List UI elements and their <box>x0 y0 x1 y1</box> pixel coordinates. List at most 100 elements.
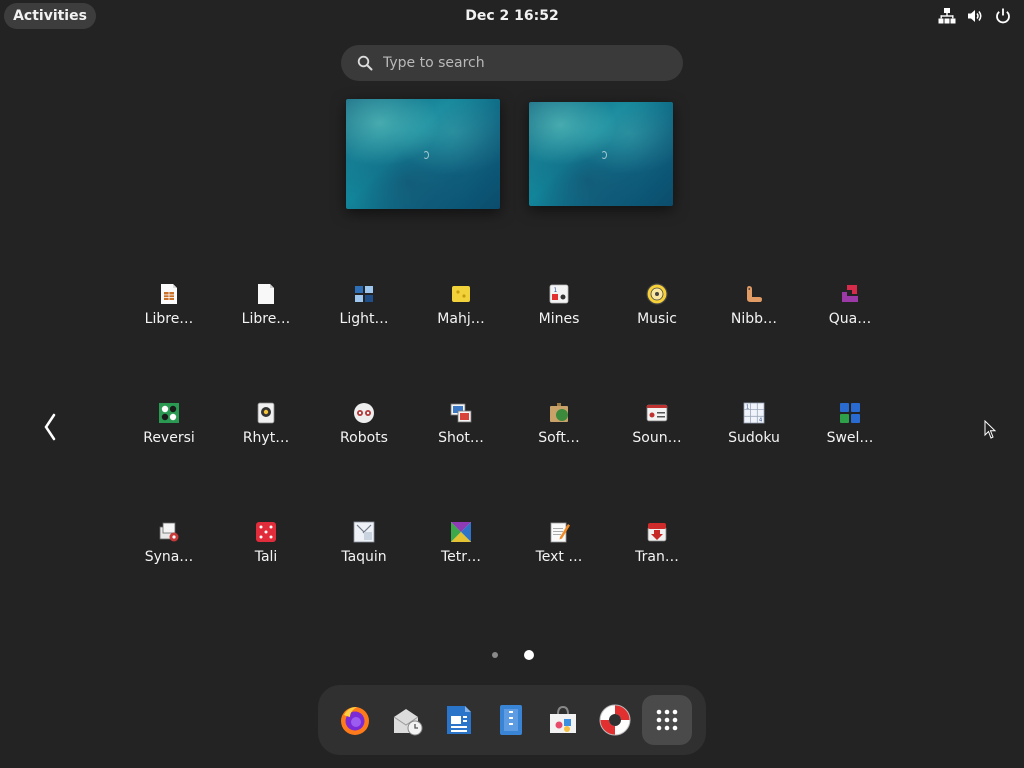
app-label: Sudoku <box>728 430 780 446</box>
search-icon <box>357 55 373 71</box>
top-bar: Activities Dec 2 16:52 <box>0 0 1024 32</box>
app-item[interactable]: 1 Mines <box>512 279 606 357</box>
app-label: Tran… <box>635 549 679 565</box>
svg-text:4: 4 <box>759 418 762 424</box>
help-icon <box>599 704 631 736</box>
app-item[interactable]: Swel… <box>803 398 897 476</box>
dash-text-editor[interactable] <box>486 695 536 745</box>
software-icon <box>550 403 568 422</box>
nibbles-icon <box>747 286 762 302</box>
app-label: Music <box>637 311 677 327</box>
dash-help[interactable] <box>590 695 640 745</box>
debian-swirl-icon <box>601 150 607 159</box>
music-icon <box>646 283 668 305</box>
taquin-icon <box>353 521 375 543</box>
network-icon[interactable] <box>938 7 956 25</box>
debian-swirl-icon <box>423 150 429 159</box>
workspace-thumbnail-2[interactable] <box>529 102 673 206</box>
app-item[interactable]: Taquin <box>317 517 411 595</box>
lightsoff-icon <box>355 286 373 302</box>
app-label: Text … <box>535 549 583 565</box>
evolution-mail-icon <box>393 709 423 736</box>
libreoffice-writer-icon <box>447 706 471 734</box>
reversi-icon <box>159 403 179 423</box>
quadrapassel-icon <box>842 285 858 302</box>
dash-software[interactable] <box>538 695 588 745</box>
system-tray[interactable] <box>938 7 1012 25</box>
app-label: Reversi <box>143 430 195 446</box>
app-item[interactable]: Tetr… <box>414 517 508 595</box>
dash-writer[interactable] <box>434 695 484 745</box>
svg-text:1: 1 <box>746 405 749 411</box>
transmission-icon <box>647 523 667 542</box>
app-item[interactable]: Light… <box>317 279 411 357</box>
app-label: Libre… <box>241 311 291 327</box>
software-center-icon <box>550 705 576 733</box>
synaptic-icon <box>159 522 179 542</box>
mouse-cursor-icon <box>984 420 997 439</box>
firefox-icon <box>341 707 369 735</box>
volume-icon[interactable] <box>966 7 984 25</box>
app-label: Rhyt… <box>242 430 290 446</box>
app-item[interactable]: Syna… <box>122 517 216 595</box>
app-item[interactable]: Qua… <box>803 279 897 357</box>
clock-button[interactable]: Dec 2 16:52 <box>465 8 558 24</box>
sudoku-icon: 14 <box>743 402 765 424</box>
app-label: Tetr… <box>440 549 482 565</box>
app-label: Qua… <box>828 311 872 327</box>
app-item[interactable]: Reversi <box>122 398 216 476</box>
workspace-thumbnail-1[interactable] <box>346 99 500 209</box>
app-label: Nibb… <box>730 311 778 327</box>
app-label: Mahj… <box>437 311 485 327</box>
app-label: Robots <box>340 430 388 446</box>
sound-recorder-icon <box>646 404 668 422</box>
app-item[interactable]: Tran… <box>610 517 704 595</box>
page-dot-2[interactable] <box>524 650 534 660</box>
swell-foop-icon <box>840 403 860 423</box>
libreoffice-document-icon <box>258 284 274 304</box>
show-apps-icon <box>656 709 678 731</box>
shotwell-icon <box>450 403 472 423</box>
app-item[interactable]: Tali <box>219 517 313 595</box>
clock-area: Dec 2 16:52 <box>0 0 1024 32</box>
app-item[interactable]: Text … <box>512 517 606 595</box>
activities-button[interactable]: Activities <box>4 3 96 29</box>
app-label: Light… <box>339 311 389 327</box>
app-label: Soun… <box>632 430 682 446</box>
text-editor-icon <box>500 705 522 735</box>
app-item[interactable]: 1 4 Sudoku <box>707 398 801 476</box>
power-icon[interactable] <box>994 7 1012 25</box>
dash-firefox[interactable] <box>330 695 380 745</box>
dash-evolution[interactable] <box>382 695 432 745</box>
app-item[interactable]: Rhyt… <box>219 398 313 476</box>
app-label: Shot… <box>438 430 484 446</box>
app-label: Taquin <box>341 549 387 565</box>
svg-text:1: 1 <box>554 287 558 294</box>
app-label: Mines <box>538 311 580 327</box>
rhythmbox-icon <box>257 402 275 424</box>
app-label: Swel… <box>826 430 874 446</box>
app-item[interactable]: Nibb… <box>707 279 801 357</box>
app-item[interactable]: Soft… <box>512 398 606 476</box>
app-label: Tali <box>254 549 278 565</box>
libreoffice-calc-icon <box>161 284 177 304</box>
app-item[interactable]: Shot… <box>414 398 508 476</box>
app-item[interactable]: Soun… <box>610 398 704 476</box>
search-input[interactable] <box>383 45 663 81</box>
page-indicator <box>488 648 538 662</box>
page-dot-1[interactable] <box>492 652 498 658</box>
app-item[interactable]: Libre… <box>219 279 313 357</box>
mahjongg-icon <box>452 286 470 302</box>
text-editor-icon <box>550 522 570 543</box>
app-item[interactable]: Music <box>610 279 704 357</box>
mines-icon: 1 <box>549 284 569 304</box>
app-item[interactable]: Libre… <box>122 279 216 357</box>
search-bar[interactable] <box>341 45 683 81</box>
show-apps-button[interactable] <box>642 695 692 745</box>
app-item[interactable]: Robots <box>317 398 411 476</box>
previous-page-arrow-icon[interactable] <box>38 410 62 444</box>
app-label: Libre… <box>144 311 194 327</box>
app-item[interactable]: Mahj… <box>414 279 508 357</box>
robots-icon <box>354 403 374 423</box>
app-label: Syna… <box>144 549 194 565</box>
